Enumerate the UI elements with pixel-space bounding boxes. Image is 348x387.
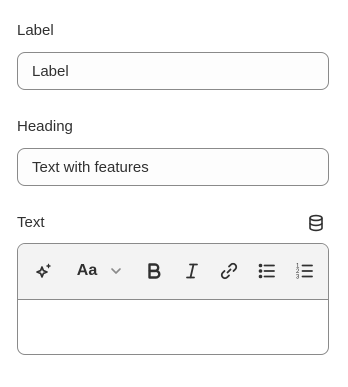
label-field-label: Label bbox=[17, 22, 54, 39]
text-content-area[interactable] bbox=[18, 300, 328, 354]
rich-text-editor[interactable]: Aa 1 2 3 bbox=[17, 243, 329, 355]
heading-input[interactable] bbox=[18, 149, 328, 185]
bullet-list-icon[interactable] bbox=[255, 257, 279, 285]
database-icon[interactable] bbox=[305, 212, 327, 234]
editor-toolbar: Aa 1 2 3 bbox=[18, 244, 328, 300]
heading-field[interactable] bbox=[17, 148, 329, 186]
italic-icon[interactable] bbox=[180, 257, 204, 285]
svg-text:3: 3 bbox=[296, 275, 300, 281]
text-field-label: Text bbox=[17, 214, 45, 231]
font-size-icon[interactable]: Aa bbox=[73, 257, 101, 285]
numbered-list-icon[interactable]: 1 2 3 bbox=[293, 257, 317, 285]
heading-field-label: Heading bbox=[17, 118, 73, 135]
bold-icon[interactable] bbox=[142, 257, 166, 285]
sparkle-icon[interactable] bbox=[32, 257, 56, 285]
label-input[interactable] bbox=[18, 53, 328, 89]
link-icon[interactable] bbox=[217, 257, 241, 285]
label-field[interactable] bbox=[17, 52, 329, 90]
chevron-down-icon[interactable] bbox=[107, 257, 125, 285]
